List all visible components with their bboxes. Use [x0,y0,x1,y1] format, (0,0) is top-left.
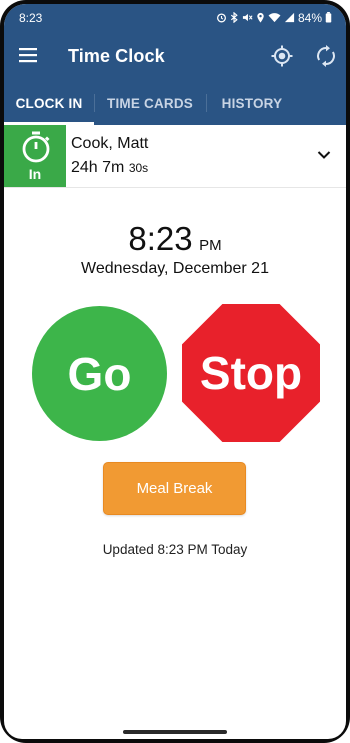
locate-icon[interactable] [270,44,294,68]
sync-icon[interactable] [314,44,338,68]
status-bar: 8:23 84% [4,4,346,31]
last-updated-text: Updated 8:23 PM Today [102,542,248,557]
duration-seconds: 30s [128,161,149,175]
go-button[interactable]: Go [32,306,167,441]
meal-break-button[interactable]: Meal Break [103,462,246,515]
employee-row[interactable]: In Cook, Matt 24h 7m 30s [4,125,346,188]
menu-icon[interactable] [18,45,38,65]
chevron-down-icon[interactable] [316,147,332,163]
employee-name: Cook, Matt [71,135,149,152]
phone-frame: 8:23 84% Time Clock CLOCK IN TIME CARDS … [0,0,350,743]
battery-icon [325,12,332,23]
alarm-icon [216,13,226,23]
battery-percent: 84% [297,10,322,25]
stop-button-label: Stop [199,347,303,399]
mute-icon [242,13,253,22]
tab-time-cards[interactable]: TIME CARDS [94,81,206,125]
go-button-label: Go [67,347,132,400]
duration-hours-minutes: 24h 7m [71,159,125,176]
clock-time: 8:23 [128,220,193,257]
wifi-icon [268,13,281,23]
app-bar: Time Clock [4,31,346,81]
location-icon [257,12,264,23]
tab-history[interactable]: HISTORY [206,81,298,125]
stop-button[interactable]: Stop [182,304,320,442]
home-indicator[interactable] [123,730,227,734]
clock-status-label: In [28,166,42,182]
clock-status-tile: In [4,125,66,187]
employee-duration: 24h 7m 30s [71,159,148,177]
clock-ampm: PM [199,237,222,254]
tab-clock-in[interactable]: CLOCK IN [4,81,94,125]
app-title: Time Clock [68,46,165,66]
signal-icon [284,12,295,23]
tab-clock-in-label: CLOCK IN [15,95,83,111]
tab-time-cards-label: TIME CARDS [107,95,193,111]
status-time: 8:23 [19,10,43,25]
tab-bar: CLOCK IN TIME CARDS HISTORY [4,81,346,125]
current-time: 8:23 PM [4,220,346,258]
stopwatch-icon [22,131,50,163]
current-date: Wednesday, December 21 [81,260,269,277]
app-screen: 8:23 84% Time Clock CLOCK IN TIME CARDS … [4,4,346,739]
bluetooth-icon [230,12,238,23]
tab-history-label: HISTORY [221,95,283,111]
meal-break-label: Meal Break [136,480,213,497]
status-icons: 84% [216,11,332,25]
